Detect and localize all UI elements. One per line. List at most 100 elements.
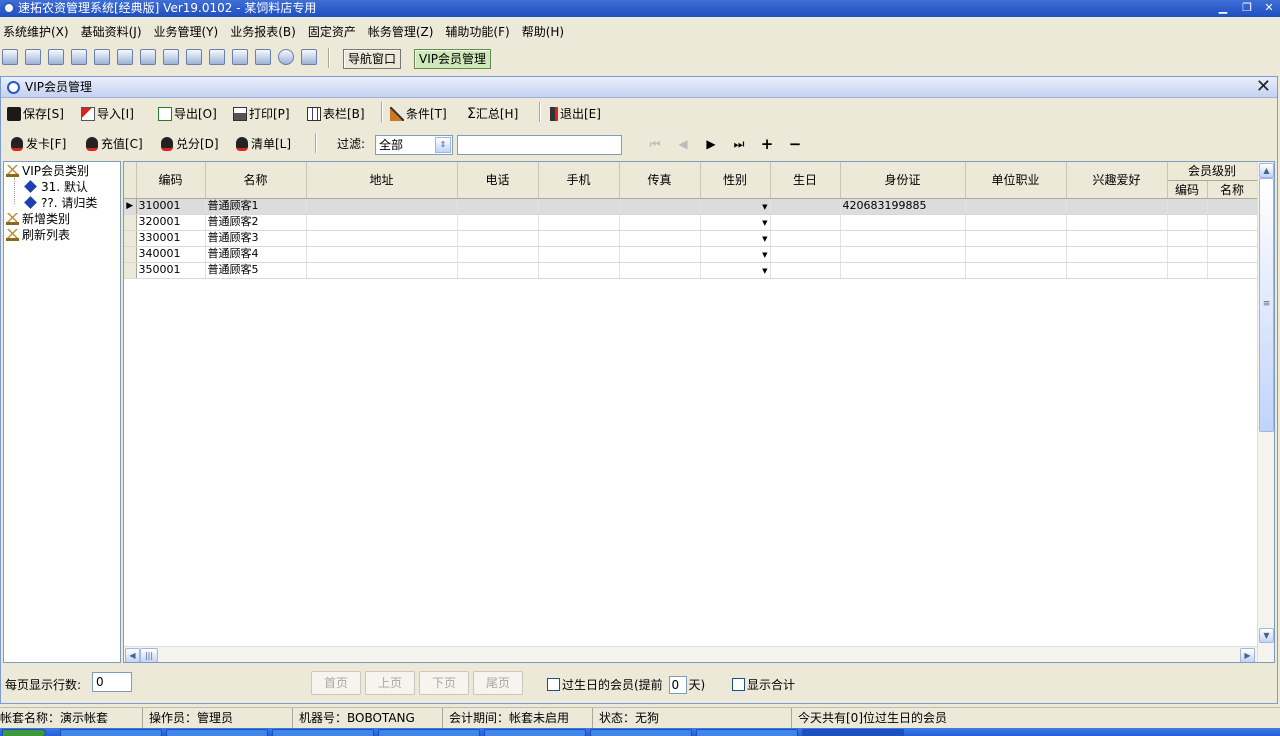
transfer-icon[interactable] xyxy=(140,49,156,65)
birthday-checkbox[interactable] xyxy=(547,678,560,691)
tree-root[interactable]: VIP会员类别 xyxy=(6,164,89,179)
table-cell-fax[interactable] xyxy=(619,262,701,279)
columns-button[interactable]: 表栏[B] xyxy=(307,104,365,124)
menu-aux[interactable]: 辅助功能(F) xyxy=(445,22,509,42)
table-cell-id-card[interactable] xyxy=(840,246,966,263)
table-cell-id-card[interactable] xyxy=(840,262,966,279)
show-total-checkbox[interactable] xyxy=(732,678,745,691)
restore-button[interactable]: ❐ xyxy=(1238,1,1256,15)
exit-button[interactable]: 退出[E] xyxy=(550,104,601,124)
table-cell-code[interactable]: 330001 xyxy=(136,230,206,247)
scroll-thumb[interactable]: ≡ xyxy=(1259,178,1274,432)
column-header[interactable]: 兴趣爱好 xyxy=(1066,162,1168,199)
scroll-left-icon[interactable]: ◀ xyxy=(125,648,140,662)
monitor-icon[interactable] xyxy=(209,49,225,65)
table-cell-birthday[interactable] xyxy=(770,262,841,279)
export-button[interactable]: 导出[O] xyxy=(158,104,217,124)
table-cell-lvl-name[interactable] xyxy=(1207,246,1258,263)
table-cell-code[interactable]: 340001 xyxy=(136,246,206,263)
table-cell-phone[interactable] xyxy=(457,230,539,247)
row-indicator[interactable] xyxy=(124,262,137,279)
table-cell-gender[interactable]: ▼ xyxy=(700,246,771,263)
table-cell-gender[interactable]: ▼ xyxy=(700,230,771,247)
table-cell-mobile[interactable] xyxy=(538,262,620,279)
menu-accounts[interactable]: 帐务管理(Z) xyxy=(368,22,434,42)
app-close-button[interactable]: ✕ xyxy=(1260,1,1278,15)
table-cell-work[interactable] xyxy=(965,262,1067,279)
row-indicator[interactable] xyxy=(124,230,137,247)
last-page-button[interactable]: 尾页 xyxy=(473,671,523,695)
table-cell-work[interactable] xyxy=(965,214,1067,231)
money-icon[interactable] xyxy=(94,49,110,65)
save-button[interactable]: 保存[S] xyxy=(7,104,64,124)
birthday-days-input[interactable]: 0 xyxy=(668,676,687,694)
taskbar-item[interactable] xyxy=(166,729,268,736)
search-icon[interactable] xyxy=(71,49,87,65)
row-indicator[interactable] xyxy=(124,214,137,231)
table-cell-id-card[interactable] xyxy=(840,230,966,247)
table-row[interactable]: ▶ 310001 普通顾客1 ▼ 420683199885 xyxy=(124,198,1258,215)
menu-help[interactable]: 帮助(H) xyxy=(522,22,564,42)
table-cell-lvl-name[interactable] xyxy=(1207,198,1258,215)
column-header[interactable]: 编码 xyxy=(1167,180,1208,199)
taskbar-item[interactable] xyxy=(590,729,692,736)
first-record-icon[interactable]: ⏮ xyxy=(648,137,662,151)
menu-reports[interactable]: 业务报表(B) xyxy=(230,22,296,42)
tree-item-default[interactable]: 31. 默认 xyxy=(24,180,88,195)
taskbar-item[interactable] xyxy=(60,729,162,736)
table-cell-id-card[interactable] xyxy=(840,214,966,231)
table-cell-lvl-name[interactable] xyxy=(1207,214,1258,231)
table-cell-work[interactable] xyxy=(965,246,1067,263)
taskbar-item[interactable] xyxy=(696,729,798,736)
table-cell-lvl-code[interactable] xyxy=(1167,246,1208,263)
table-cell-phone[interactable] xyxy=(457,198,539,215)
table-cell-work[interactable] xyxy=(965,230,1067,247)
save-icon[interactable] xyxy=(232,49,248,65)
column-header[interactable]: 身份证 xyxy=(840,162,966,199)
menu-fixed-assets[interactable]: 固定资产 xyxy=(308,22,356,42)
table-cell-hobby[interactable] xyxy=(1066,198,1168,215)
summary-button[interactable]: Σ汇总[H] xyxy=(467,104,518,124)
table-cell-name[interactable]: 普通顾客4 xyxy=(205,246,307,263)
table-cell-hobby[interactable] xyxy=(1066,246,1168,263)
table-cell-birthday[interactable] xyxy=(770,198,841,215)
table-cell-fax[interactable] xyxy=(619,230,701,247)
column-header[interactable]: 名称 xyxy=(1207,180,1258,199)
list-icon[interactable] xyxy=(25,49,41,65)
table-cell-phone[interactable] xyxy=(457,246,539,263)
table-cell-phone[interactable] xyxy=(457,262,539,279)
table-cell-mobile[interactable] xyxy=(538,246,620,263)
rows-per-page-input[interactable]: 0 xyxy=(92,672,132,692)
table-cell-hobby[interactable] xyxy=(1066,214,1168,231)
taskbar-item[interactable] xyxy=(272,729,374,736)
table-cell-address[interactable] xyxy=(306,230,458,247)
table-cell-address[interactable] xyxy=(306,198,458,215)
table-row[interactable]: 320001 普通顾客2 ▼ xyxy=(124,214,1258,231)
table-cell-address[interactable] xyxy=(306,214,458,231)
row-pointer-icon[interactable]: ▶ xyxy=(124,198,137,215)
table-cell-birthday[interactable] xyxy=(770,214,841,231)
filter-select[interactable]: 全部 ⇕ xyxy=(375,135,453,155)
row-indicator[interactable] xyxy=(124,246,137,263)
column-header[interactable]: 地址 xyxy=(306,162,458,199)
dropdown-arrow-icon[interactable]: ▼ xyxy=(762,267,767,275)
tree-item-unclassified[interactable]: ??. 请归类 xyxy=(24,196,97,211)
column-header[interactable]: 编码 xyxy=(136,162,206,199)
menu-system[interactable]: 系统维护(X) xyxy=(3,22,69,42)
taskbar-item[interactable] xyxy=(484,729,586,736)
next-record-icon[interactable]: ▶ xyxy=(704,137,718,151)
table-row[interactable]: 340001 普通顾客4 ▼ xyxy=(124,246,1258,263)
scroll-down-icon[interactable]: ▼ xyxy=(1259,628,1274,643)
import-button[interactable]: 导入[I] xyxy=(81,104,134,124)
table-cell-address[interactable] xyxy=(306,262,458,279)
issue-card-button[interactable]: 发卡[F] xyxy=(11,134,66,154)
horizontal-scrollbar[interactable]: ◀ ||| ▶ xyxy=(124,646,1257,662)
hscroll-thumb[interactable]: ||| xyxy=(140,648,158,662)
vertical-scrollbar[interactable]: ▲ ≡ ▼ xyxy=(1257,162,1274,662)
dropdown-arrow-icon[interactable]: ▼ xyxy=(762,203,767,211)
table-cell-mobile[interactable] xyxy=(538,198,620,215)
table-cell-mobile[interactable] xyxy=(538,214,620,231)
column-header[interactable]: 名称 xyxy=(205,162,307,199)
table-cell-name[interactable]: 普通顾客5 xyxy=(205,262,307,279)
table-cell-id-card[interactable]: 420683199885 xyxy=(840,198,966,215)
